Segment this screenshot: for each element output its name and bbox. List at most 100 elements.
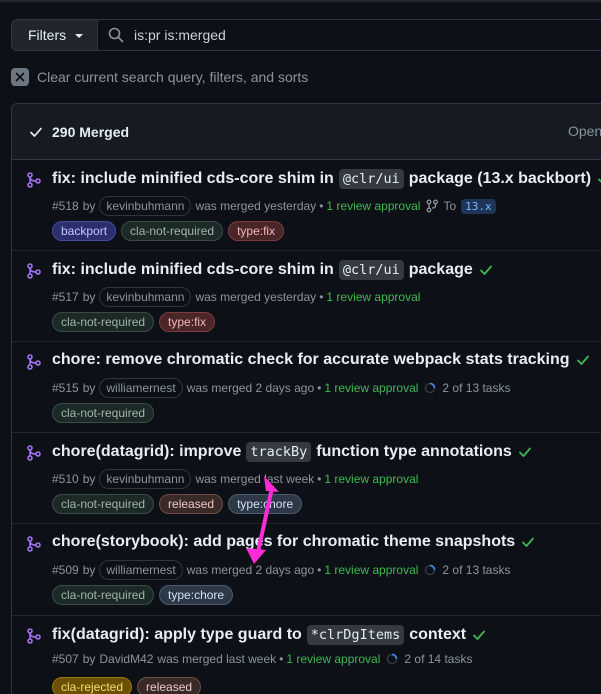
by-text: by: [82, 652, 96, 666]
branch-name[interactable]: 13.x: [461, 198, 496, 214]
label-badge[interactable]: cla-not-required: [52, 585, 155, 605]
pr-title-link[interactable]: chore(datagrid): improve trackBy function …: [52, 442, 532, 462]
pr-title-link[interactable]: chore: remove chromatic check for accura…: [52, 351, 590, 369]
merged-pr-icon: [27, 172, 41, 188]
pr-title-link[interactable]: fix(datagrid): apply type guard to *clrDg…: [52, 625, 486, 645]
title-text: package (13.x backbort): [408, 170, 592, 187]
label-badge[interactable]: type:chore: [159, 585, 234, 605]
label-badge[interactable]: cla-not-required: [52, 403, 155, 423]
title-text: fix: include minified cds-core shim in: [52, 170, 334, 187]
label-badge[interactable]: type:fix: [159, 312, 216, 332]
by-text: by: [82, 381, 96, 395]
author-link[interactable]: kevinbuhmann: [99, 469, 192, 489]
open-tab[interactable]: Open: [568, 123, 601, 139]
task-count: 2 of 14 tasks: [404, 652, 473, 666]
task-progress-icon: [387, 653, 398, 665]
filter-bar: Filters: [11, 19, 601, 51]
title-text: function type annotations: [316, 443, 512, 460]
pr-title-link[interactable]: fix: include minified cds-core shim in @c…: [52, 260, 493, 280]
label-badge[interactable]: cla-rejected: [52, 677, 133, 694]
merged-time: was merged 2 days ago: [186, 381, 315, 395]
title-text: fix(datagrid): apply type guard to: [52, 626, 302, 643]
review-approval-link[interactable]: 1 review approval: [324, 563, 418, 577]
merged-pr-icon-wrap: [27, 172, 41, 191]
review-approval-link[interactable]: 1 review approval: [324, 472, 418, 486]
task-count: 2 of 13 tasks: [442, 381, 511, 395]
pr-row: chore: remove chromatic check for accura…: [12, 342, 601, 433]
author-link[interactable]: williamernest: [99, 378, 183, 398]
merged-pr-icon: [27, 536, 41, 552]
review-approval-link[interactable]: 1 review approval: [324, 381, 418, 395]
checks-passed-icon: [518, 447, 531, 457]
pr-meta: #507 by DavidM42 was merged last week • 1 rev…: [52, 652, 472, 666]
pr-meta: #515 by williamernest was merged 2 days ago…: [52, 378, 510, 398]
pr-meta: #517 by kevinbuhmann was merged yesterday • 1…: [52, 287, 420, 307]
label-badge[interactable]: type:fix: [228, 221, 285, 241]
top-divider: [0, 0, 601, 2]
task-progress-icon: [425, 382, 436, 394]
title-text: fix: include minified cds-core shim in: [52, 261, 334, 278]
label-badge[interactable]: cla-not-required: [52, 494, 155, 514]
filters-button[interactable]: Filters: [11, 19, 98, 51]
pr-number: #518: [52, 199, 79, 213]
separator-dot: •: [319, 290, 324, 304]
merged-pr-icon: [27, 263, 41, 279]
separator-dot: •: [317, 563, 322, 577]
separator-dot: •: [317, 472, 322, 486]
author-link[interactable]: kevinbuhmann: [99, 287, 192, 307]
merged-pr-icon-wrap: [27, 628, 41, 647]
author-link[interactable]: williamernest: [99, 560, 183, 580]
branch-icon: [427, 199, 439, 213]
pr-title-link[interactable]: chore(storybook): add pages for chromati…: [52, 533, 535, 551]
pr-number: #509: [52, 563, 79, 577]
merged-pr-icon-wrap: [27, 536, 41, 555]
search-input[interactable]: [134, 27, 534, 43]
merged-pr-icon: [27, 445, 41, 461]
title-code: @clr/ui: [338, 260, 404, 280]
review-approval-link[interactable]: 1 review approval: [286, 652, 380, 666]
check-icon: [30, 127, 42, 137]
merged-pr-icon: [27, 628, 41, 644]
pr-number: #517: [52, 290, 79, 304]
author-link[interactable]: kevinbuhmann: [99, 196, 192, 216]
label-badge[interactable]: cla-not-required: [121, 221, 224, 241]
to-label: To: [443, 199, 457, 213]
pr-row: chore(storybook): add pages for chromati…: [12, 524, 601, 616]
pr-list: 290 Merged Open fix: include minified cd…: [11, 103, 601, 694]
review-approval-link[interactable]: 1 review approval: [326, 199, 420, 213]
label-badge[interactable]: released: [159, 494, 224, 514]
checks-passed-icon: [576, 355, 589, 365]
merged-count-tab[interactable]: 290 Merged: [52, 124, 129, 140]
clear-filters-link[interactable]: Clear current search query, filters, and…: [11, 68, 308, 86]
by-text: by: [82, 563, 96, 577]
close-icon: [11, 68, 29, 86]
pr-title-link[interactable]: fix: include minified cds-core shim in @c…: [52, 169, 601, 189]
pr-row: fix: include minified cds-core shim in @c…: [12, 251, 601, 342]
separator-dot: •: [279, 652, 284, 666]
by-text: by: [82, 290, 96, 304]
title-text: chore(datagrid): improve: [52, 443, 242, 460]
pr-number: #510: [52, 472, 79, 486]
merged-time: was merged yesterday: [195, 290, 317, 304]
merged-pr-icon: [27, 354, 41, 370]
task-progress: 2 of 14 tasks: [386, 652, 472, 666]
clear-filters-label: Clear current search query, filters, and…: [37, 69, 309, 85]
label-badge[interactable]: cla-not-required: [52, 312, 155, 332]
task-count: 2 of 13 tasks: [442, 563, 511, 577]
author-link[interactable]: DavidM42: [99, 652, 153, 666]
checks-passed-icon: [479, 265, 492, 275]
list-header: 290 Merged Open: [12, 104, 601, 160]
title-text: context: [409, 626, 467, 643]
pr-labels: cla-not-required type:fix: [52, 312, 216, 332]
search-box[interactable]: [98, 19, 601, 51]
target-branch: To 13.x: [426, 198, 496, 214]
title-text: package: [408, 261, 473, 278]
annotation-arrow-icon: [246, 476, 279, 564]
task-progress-icon: [425, 564, 436, 576]
merged-pr-icon-wrap: [27, 263, 41, 282]
review-approval-link[interactable]: 1 review approval: [326, 290, 420, 304]
title-code: *clrDgItems: [306, 625, 405, 645]
label-badge[interactable]: released: [137, 677, 202, 694]
label-badge[interactable]: backport: [52, 221, 117, 241]
checks-passed-icon: [598, 178, 601, 183]
